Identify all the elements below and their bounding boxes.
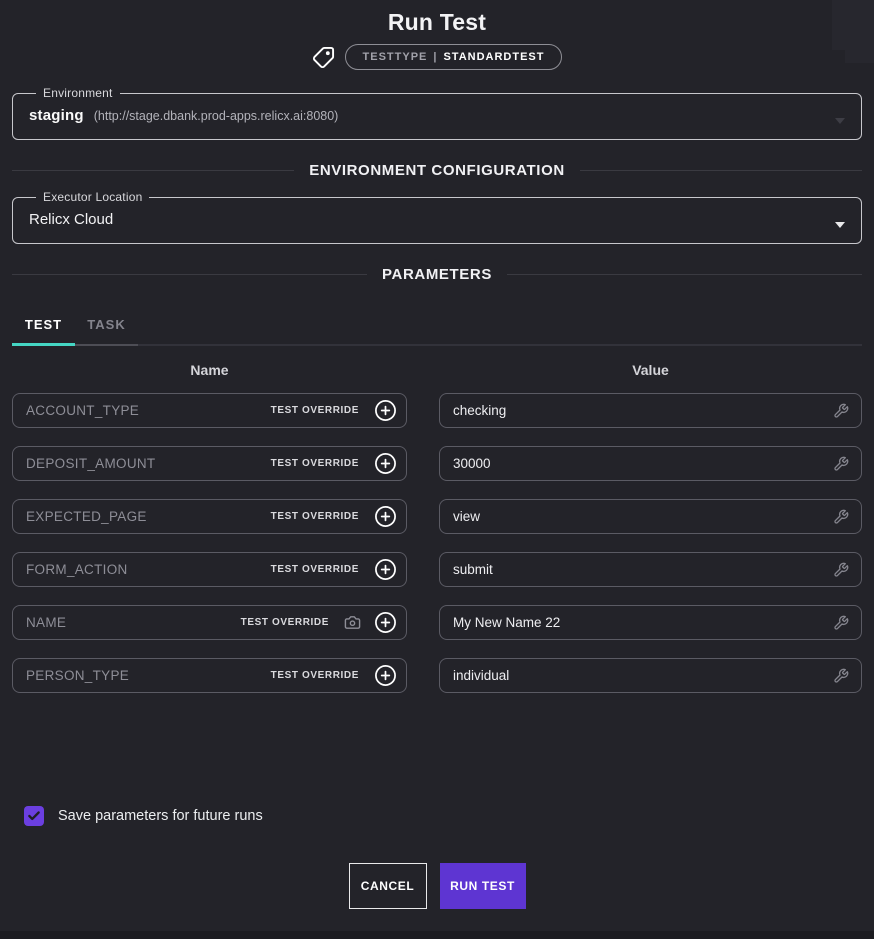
table-row: ACCOUNT_TYPE TEST OVERRIDE checking: [12, 393, 862, 428]
value-column-header: Value: [632, 362, 669, 378]
test-override-badge: TEST OVERRIDE: [241, 617, 329, 628]
add-override-button[interactable]: [374, 452, 397, 475]
table-row: DEPOSIT_AMOUNT TEST OVERRIDE 30000: [12, 446, 862, 481]
add-override-button[interactable]: [374, 399, 397, 422]
save-parameters-checkbox[interactable]: [24, 806, 44, 826]
wrench-icon[interactable]: [833, 456, 849, 472]
chevron-down-icon[interactable]: [835, 222, 845, 228]
param-name-placeholder: PERSON_TYPE: [26, 668, 271, 683]
badge-prefix: TESTTYPE: [363, 51, 428, 63]
param-name-placeholder: ACCOUNT_TYPE: [26, 403, 271, 418]
add-override-button[interactable]: [374, 505, 397, 528]
dialog-title: Run Test: [0, 0, 874, 36]
table-row: EXPECTED_PAGE TEST OVERRIDE view: [12, 499, 862, 534]
test-override-badge: TEST OVERRIDE: [271, 670, 359, 681]
divider-line: [507, 274, 862, 275]
wrench-icon[interactable]: [833, 403, 849, 419]
tab-task[interactable]: TASK: [75, 308, 138, 346]
badge-value: STANDARDTEST: [443, 51, 544, 63]
param-name-placeholder: NAME: [26, 615, 241, 630]
test-override-badge: TEST OVERRIDE: [271, 511, 359, 522]
environment-value: staging: [29, 107, 84, 124]
environment-configuration-heading: ENVIRONMENT CONFIGURATION: [309, 162, 565, 179]
camera-icon[interactable]: [344, 614, 361, 631]
add-override-button[interactable]: [374, 611, 397, 634]
test-type-badge: TESTTYPE | STANDARDTEST: [345, 44, 563, 70]
param-value-text: 30000: [453, 456, 833, 471]
parameters-divider: PARAMETERS: [12, 266, 862, 283]
param-value-input[interactable]: 30000: [439, 446, 862, 481]
param-name-placeholder: FORM_ACTION: [26, 562, 271, 577]
param-name-placeholder: DEPOSIT_AMOUNT: [26, 456, 271, 471]
test-override-badge: TEST OVERRIDE: [271, 405, 359, 416]
param-name-input[interactable]: DEPOSIT_AMOUNT TEST OVERRIDE: [12, 446, 407, 481]
test-override-badge: TEST OVERRIDE: [271, 458, 359, 469]
parameter-rows: ACCOUNT_TYPE TEST OVERRIDE checking DEPO…: [12, 393, 862, 693]
name-column-header: Name: [190, 362, 228, 378]
executor-location-value: Relicx Cloud: [29, 211, 113, 228]
wrench-icon[interactable]: [833, 562, 849, 578]
param-value-input[interactable]: submit: [439, 552, 862, 587]
param-name-input[interactable]: EXPECTED_PAGE TEST OVERRIDE: [12, 499, 407, 534]
test-override-badge: TEST OVERRIDE: [271, 564, 359, 575]
param-name-input[interactable]: FORM_ACTION TEST OVERRIDE: [12, 552, 407, 587]
environment-select[interactable]: Environment staging (http://stage.dbank.…: [12, 86, 862, 140]
param-value-input[interactable]: My New Name 22: [439, 605, 862, 640]
executor-location-label: Executor Location: [36, 190, 149, 204]
save-parameters-label: Save parameters for future runs: [58, 808, 263, 824]
test-type-badge-row: TESTTYPE | STANDARDTEST: [0, 43, 874, 71]
environment-url: (http://stage.dbank.prod-apps.relicx.ai:…: [94, 109, 339, 123]
divider-line: [12, 274, 367, 275]
tab-test[interactable]: TEST: [12, 308, 75, 346]
cancel-button[interactable]: CANCEL: [349, 863, 427, 909]
param-name-input[interactable]: PERSON_TYPE TEST OVERRIDE: [12, 658, 407, 693]
parameters-tab-bar: TEST TASK: [12, 308, 862, 346]
param-value-text: My New Name 22: [453, 615, 833, 630]
wrench-icon[interactable]: [833, 668, 849, 684]
wrench-icon[interactable]: [833, 509, 849, 525]
param-value-text: individual: [453, 668, 833, 683]
divider-line: [12, 170, 294, 171]
param-name-placeholder: EXPECTED_PAGE: [26, 509, 271, 524]
background-corner-panel-step: [845, 50, 874, 63]
table-row: FORM_ACTION TEST OVERRIDE submit: [12, 552, 862, 587]
param-value-input[interactable]: view: [439, 499, 862, 534]
wrench-icon[interactable]: [833, 615, 849, 631]
dialog-footer-edge: [0, 931, 874, 939]
param-value-text: checking: [453, 403, 833, 418]
param-value-text: submit: [453, 562, 833, 577]
divider-line: [580, 170, 862, 171]
table-row: PERSON_TYPE TEST OVERRIDE individual: [12, 658, 862, 693]
badge-separator: |: [433, 51, 437, 63]
parameters-heading: PARAMETERS: [382, 266, 492, 283]
table-row: NAME TEST OVERRIDE My New Name 22: [12, 605, 862, 640]
dialog-actions: CANCEL RUN TEST: [0, 863, 874, 909]
run-test-button[interactable]: RUN TEST: [440, 863, 526, 909]
tag-icon: [312, 46, 335, 69]
environment-label: Environment: [36, 86, 120, 100]
param-name-input[interactable]: ACCOUNT_TYPE TEST OVERRIDE: [12, 393, 407, 428]
add-override-button[interactable]: [374, 558, 397, 581]
chevron-down-icon[interactable]: [835, 118, 845, 124]
param-value-input[interactable]: individual: [439, 658, 862, 693]
background-corner-panel: [832, 0, 874, 50]
executor-location-select[interactable]: Executor Location Relicx Cloud: [12, 190, 862, 244]
parameter-column-headers: Name Value: [12, 362, 862, 380]
param-name-input[interactable]: NAME TEST OVERRIDE: [12, 605, 407, 640]
environment-configuration-divider: ENVIRONMENT CONFIGURATION: [12, 162, 862, 179]
param-value-input[interactable]: checking: [439, 393, 862, 428]
add-override-button[interactable]: [374, 664, 397, 687]
param-value-text: view: [453, 509, 833, 524]
save-parameters-row: Save parameters for future runs: [24, 806, 874, 826]
